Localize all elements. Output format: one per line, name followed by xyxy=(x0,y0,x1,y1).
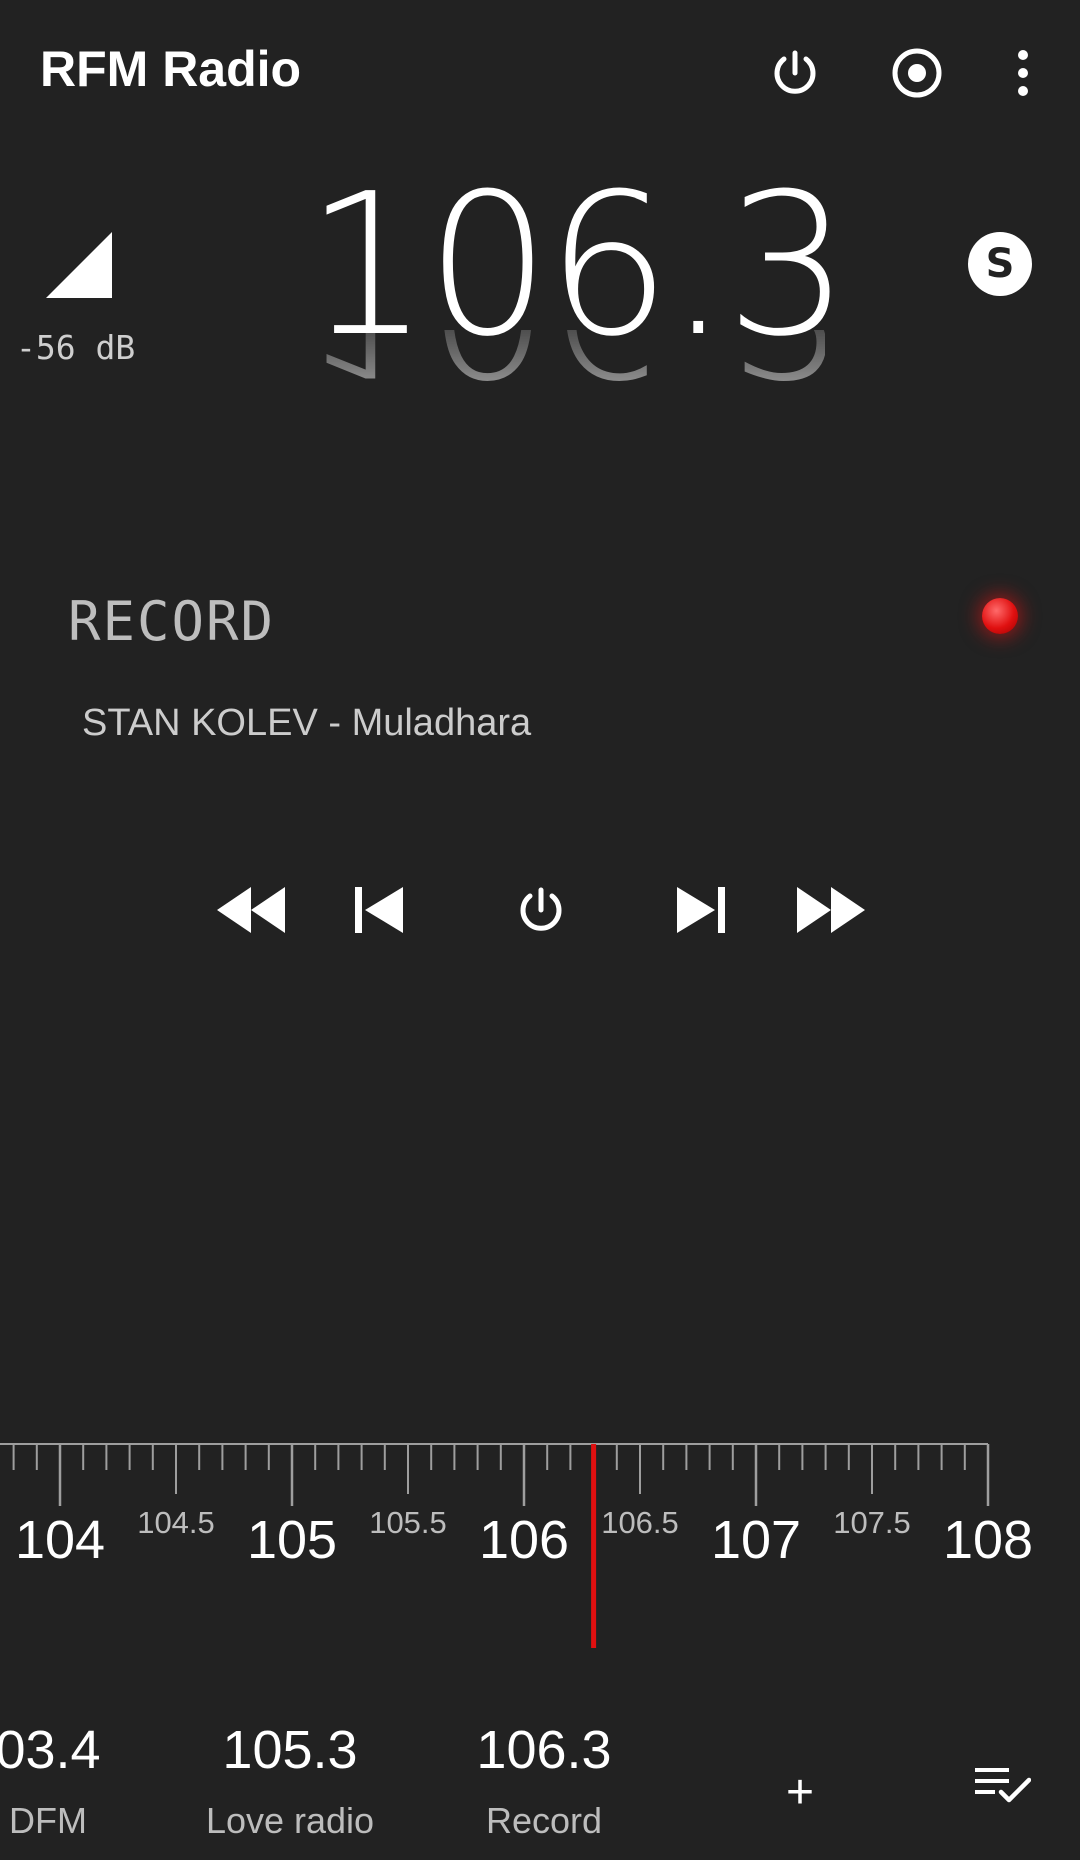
preset-frequency: 105.3 xyxy=(222,1720,358,1780)
power-button[interactable] xyxy=(760,38,830,108)
seek-backward-button[interactable] xyxy=(206,870,296,950)
tuner-scale[interactable]: 104 105 106 107 108 104.5 105.5 106.5 107.5 xyxy=(0,1430,1080,1650)
rds-station-name: RECORD xyxy=(68,590,276,653)
tuner-major-label: 108 xyxy=(943,1510,1033,1570)
frequency-reflection-text: 106.3 xyxy=(305,330,825,417)
power-icon xyxy=(520,887,562,931)
more-vert-icon xyxy=(1018,50,1028,96)
preset-item[interactable]: 03.4 DFM xyxy=(0,1718,168,1842)
skip-next-icon xyxy=(677,887,725,933)
tuner-minor-label: 106.5 xyxy=(601,1505,679,1540)
playlist-check-icon xyxy=(975,1768,1031,1803)
tuner-major-label: 107 xyxy=(711,1510,801,1570)
toggle-power-button[interactable] xyxy=(496,870,586,950)
more-options-button[interactable] xyxy=(988,38,1058,108)
tuner-major-label: 105 xyxy=(247,1510,337,1570)
preset-item[interactable]: 106.3 Record xyxy=(424,1718,664,1842)
recording-indicator-icon xyxy=(982,598,1018,634)
record-button[interactable] xyxy=(882,38,952,108)
preset-name: Love radio xyxy=(205,1800,375,1841)
preset-item[interactable]: 105.3 Love radio xyxy=(170,1718,410,1842)
frequency-reflection: 106.3 xyxy=(305,330,825,480)
signal-level: -56 dB xyxy=(16,328,136,367)
tuner-major-label: 106 xyxy=(479,1510,569,1570)
rds-track-text: STAN KOLEV - Muladhara xyxy=(82,702,532,744)
stereo-badge: S xyxy=(968,232,1032,296)
preset-frequency: 03.4 xyxy=(0,1720,101,1780)
tuner-minor-label: 105.5 xyxy=(369,1505,447,1540)
skip-previous-icon xyxy=(355,887,403,933)
signal-strength-icon xyxy=(46,232,112,298)
power-icon xyxy=(774,50,816,94)
preset-name: Record xyxy=(485,1800,603,1841)
preset-list-button[interactable] xyxy=(968,1756,1038,1816)
add-preset-button[interactable]: + xyxy=(770,1762,830,1822)
tuner-minor-label: 107.5 xyxy=(833,1505,911,1540)
next-station-button[interactable] xyxy=(656,870,746,950)
radio-app: RFM Radio -56 dB 106.3 106.3 S RECORD ST… xyxy=(0,0,1080,1860)
fast-forward-icon xyxy=(797,887,865,933)
fast-rewind-icon xyxy=(217,887,285,933)
preset-frequency: 106.3 xyxy=(476,1720,612,1780)
seek-forward-button[interactable] xyxy=(786,870,876,950)
previous-station-button[interactable] xyxy=(334,870,424,950)
app-title: RFM Radio xyxy=(40,41,302,97)
preset-name: DFM xyxy=(9,1800,87,1841)
record-icon xyxy=(892,48,942,98)
tuner-major-label: 104 xyxy=(15,1510,105,1570)
tuner-minor-label: 104.5 xyxy=(137,1505,215,1540)
